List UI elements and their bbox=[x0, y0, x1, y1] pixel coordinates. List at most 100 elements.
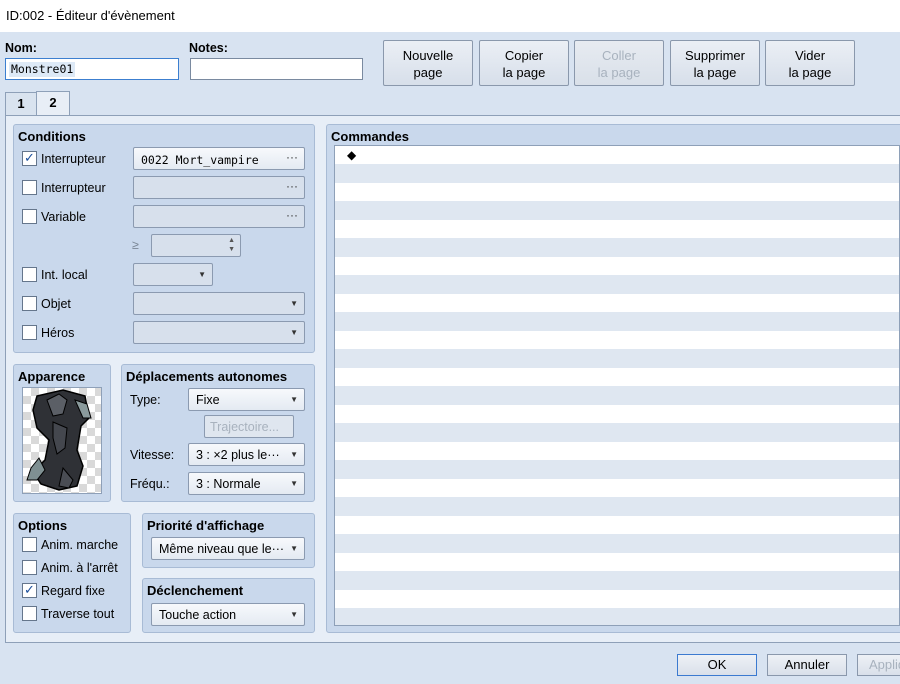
apply-button[interactable]: Appliquer bbox=[857, 654, 900, 676]
frequency-select[interactable]: 3 : Normale ▼ bbox=[188, 472, 305, 495]
cancel-button[interactable]: Annuler bbox=[767, 654, 847, 676]
command-row-stripe bbox=[335, 608, 899, 625]
actor-checkbox[interactable] bbox=[22, 325, 37, 340]
priority-title: Priorité d'affichage bbox=[147, 518, 265, 533]
appearance-image[interactable] bbox=[22, 387, 102, 494]
self-switch-select[interactable]: ▼ bbox=[133, 263, 213, 286]
new-page-button[interactable]: Nouvelle page bbox=[383, 40, 473, 86]
stepping-anim-checkbox[interactable] bbox=[22, 560, 37, 575]
speed-label: Vitesse: bbox=[130, 448, 175, 462]
command-row-stripe bbox=[335, 386, 899, 405]
conditions-title: Conditions bbox=[18, 129, 86, 144]
direction-fix-label: Regard fixe bbox=[41, 584, 105, 598]
move-type-label: Type: bbox=[130, 393, 161, 407]
copy-page-label-1: Copier bbox=[504, 48, 544, 63]
chevron-down-icon: ▼ bbox=[290, 328, 298, 337]
clear-page-label-1: Vider bbox=[794, 48, 826, 63]
tab-page-1[interactable]: 1 bbox=[5, 92, 37, 116]
delete-page-button[interactable]: Supprimer la page bbox=[670, 40, 760, 86]
new-page-label-2: page bbox=[413, 65, 443, 80]
variable-selector[interactable]: ··· bbox=[133, 205, 305, 228]
ok-button[interactable]: OK bbox=[677, 654, 757, 676]
more-icon: ··· bbox=[286, 179, 298, 193]
vampire-sprite-icon bbox=[26, 389, 92, 491]
priority-value: Même niveau que le··· bbox=[159, 542, 285, 556]
check-icon: ✓ bbox=[24, 582, 35, 597]
autonomous-title: Déplacements autonomes bbox=[126, 369, 288, 384]
frequency-value: 3 : Normale bbox=[196, 477, 261, 491]
clear-page-button[interactable]: Vider la page bbox=[765, 40, 855, 86]
self-switch-label: Int. local bbox=[41, 268, 88, 282]
window-title: ID:002 - Éditeur d'évènement bbox=[6, 8, 175, 23]
walking-anim-checkbox[interactable] bbox=[22, 537, 37, 552]
command-row-stripe bbox=[335, 349, 899, 368]
chevron-down-icon: ▼ bbox=[290, 450, 298, 459]
switch2-selector[interactable]: ··· bbox=[133, 176, 305, 199]
switch1-selector[interactable]: 0022 Mort_vampire ··· bbox=[133, 147, 305, 170]
route-button[interactable]: Trajectoire... bbox=[204, 415, 294, 438]
variable-checkbox[interactable] bbox=[22, 209, 37, 224]
chevron-down-icon: ▼ bbox=[290, 610, 298, 619]
check-icon: ✓ bbox=[24, 150, 35, 165]
direction-fix-checkbox[interactable]: ✓ bbox=[22, 582, 37, 598]
item-checkbox[interactable] bbox=[22, 296, 37, 311]
commands-list[interactable]: ◆ bbox=[334, 145, 900, 626]
chevron-down-icon: ▼ bbox=[290, 299, 298, 308]
command-row-stripe bbox=[335, 571, 899, 590]
walking-anim-label: Anim. marche bbox=[41, 538, 119, 552]
copy-page-button[interactable]: Copier la page bbox=[479, 40, 569, 86]
apply-button-clip: Appliquer bbox=[857, 654, 900, 676]
delete-page-label-1: Supprimer bbox=[685, 48, 745, 63]
priority-select[interactable]: Même niveau que le··· ▼ bbox=[151, 537, 305, 560]
speed-value: 3 : ×2 plus le··· bbox=[196, 448, 280, 462]
command-row-stripe bbox=[335, 423, 899, 442]
chevron-down-icon: ▼ bbox=[290, 544, 298, 553]
stepping-anim-label: Anim. à l'arrêt bbox=[41, 561, 118, 575]
command-row-stripe bbox=[335, 201, 899, 220]
trigger-select[interactable]: Touche action ▼ bbox=[151, 603, 305, 626]
self-switch-checkbox[interactable] bbox=[22, 267, 37, 282]
commands-title: Commandes bbox=[331, 129, 410, 144]
paste-page-label-1: Coller bbox=[602, 48, 636, 63]
switch2-checkbox[interactable] bbox=[22, 180, 37, 195]
command-row-stripe bbox=[335, 460, 899, 479]
switch2-label: Interrupteur bbox=[41, 181, 106, 195]
command-row-stripe bbox=[335, 534, 899, 553]
more-icon: ··· bbox=[286, 208, 298, 222]
command-row-stripe bbox=[335, 164, 899, 183]
through-checkbox[interactable] bbox=[22, 606, 37, 621]
command-row-1[interactable]: ◆ bbox=[347, 148, 356, 162]
copy-page-label-2: la page bbox=[502, 65, 546, 80]
notes-field[interactable] bbox=[190, 58, 363, 80]
command-row-stripe bbox=[335, 497, 899, 516]
item-select[interactable]: ▼ bbox=[133, 292, 305, 315]
name-label: Nom: bbox=[5, 41, 37, 55]
switch1-label: Interrupteur bbox=[41, 152, 106, 166]
new-page-label-1: Nouvelle bbox=[402, 48, 454, 63]
switch1-checkbox[interactable]: ✓ bbox=[22, 150, 37, 166]
through-label: Traverse tout bbox=[41, 607, 115, 621]
command-row-stripe bbox=[335, 275, 899, 294]
actor-select[interactable]: ▼ bbox=[133, 321, 305, 344]
move-type-select[interactable]: Fixe ▼ bbox=[188, 388, 305, 411]
options-title: Options bbox=[18, 518, 68, 533]
move-type-value: Fixe bbox=[196, 393, 220, 407]
clear-page-label-2: la page bbox=[788, 65, 832, 80]
paste-page-button[interactable]: Coller la page bbox=[574, 40, 664, 86]
appearance-title: Apparence bbox=[18, 369, 86, 384]
trigger-title: Déclenchement bbox=[147, 583, 244, 598]
variable-label: Variable bbox=[41, 210, 86, 224]
delete-page-label-2: la page bbox=[693, 65, 737, 80]
chevron-down-icon: ▼ bbox=[290, 395, 298, 404]
tab-page-2[interactable]: 2 bbox=[36, 91, 70, 117]
actor-label: Héros bbox=[41, 326, 75, 340]
variable-compare: ≥ bbox=[132, 238, 139, 252]
name-field[interactable]: Monstre01 bbox=[5, 58, 179, 80]
chevron-down-icon: ▼ bbox=[290, 479, 298, 488]
variable-number-spinner[interactable]: ▲ ▼ bbox=[151, 234, 241, 257]
chevron-down-icon: ▼ bbox=[198, 270, 206, 279]
notes-label: Notes: bbox=[189, 41, 228, 55]
speed-select[interactable]: 3 : ×2 plus le··· ▼ bbox=[188, 443, 305, 466]
spinner-arrows-icon[interactable]: ▲ ▼ bbox=[228, 236, 235, 254]
command-row-stripe bbox=[335, 238, 899, 257]
